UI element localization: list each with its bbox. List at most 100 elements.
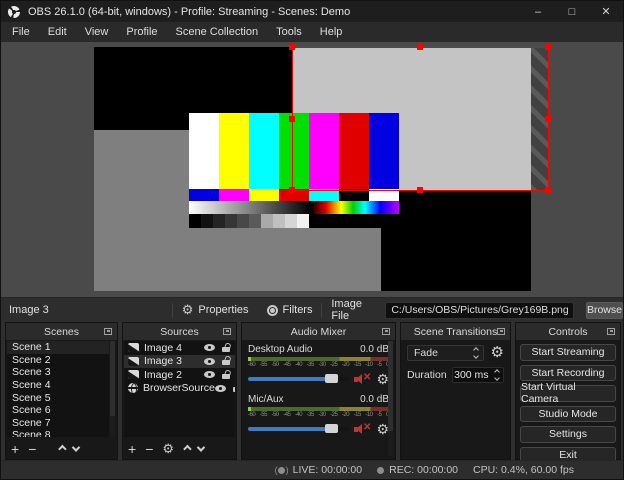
visibility-eye-icon[interactable]: [214, 384, 226, 392]
controls-panel: Controls Start Streaming Start Recording…: [515, 322, 621, 463]
close-button[interactable]: ✕: [589, 1, 623, 22]
source-list-item[interactable]: Image 2: [124, 368, 235, 382]
obs-logo-icon: [8, 5, 20, 18]
scene-list-item[interactable]: Scene 5: [7, 391, 109, 404]
dock-popout-icon[interactable]: [382, 328, 390, 335]
visibility-eye-icon[interactable]: [204, 344, 215, 352]
dock-popout-icon[interactable]: [497, 328, 505, 335]
duration-label: Duration: [407, 369, 447, 381]
unlocked-padlock-icon[interactable]: [222, 373, 230, 379]
menu-view[interactable]: View: [76, 26, 118, 38]
minimize-button[interactable]: –: [521, 1, 555, 22]
filters-icon: [266, 304, 278, 316]
selection-handle[interactable]: [545, 187, 551, 193]
unlocked-padlock-icon[interactable]: [222, 360, 230, 366]
settings-button[interactable]: Settings: [520, 426, 616, 443]
transition-settings-gear-icon[interactable]: ⚙: [491, 345, 504, 360]
dock-popout-icon[interactable]: [223, 328, 231, 335]
sources-panel: Sources Image 4 Image 3 Image 2 BrowserS…: [122, 322, 237, 460]
menubar: File Edit View Profile Scene Collection …: [1, 22, 623, 42]
menu-scene-collection[interactable]: Scene Collection: [167, 26, 268, 38]
properties-button[interactable]: ⚙ Properties: [173, 303, 258, 316]
start-recording-button[interactable]: Start Recording: [520, 364, 616, 381]
move-scene-down-button[interactable]: [72, 442, 81, 452]
volume-slider[interactable]: [248, 374, 350, 383]
menu-edit[interactable]: Edit: [39, 26, 76, 38]
combo-spinner[interactable]: [469, 347, 483, 359]
menu-tools[interactable]: Tools: [267, 26, 311, 38]
selection-handle[interactable]: [289, 187, 295, 193]
mixer-channel-desktop-audio: Desktop Audio 0.0 dB -60 -55 -50 -45 -40 -35-…: [242, 344, 395, 386]
chevron-down-icon: [493, 375, 500, 381]
source-properties-gear-icon[interactable]: ⚙: [162, 442, 174, 455]
scene-list-item[interactable]: Scene 7: [7, 417, 109, 430]
sources-panel-title: Sources: [160, 325, 199, 338]
selection-handle[interactable]: [289, 116, 295, 122]
volume-meter: [248, 407, 389, 411]
colorbars-greyscale-steps: [189, 214, 399, 228]
source-list-item[interactable]: BrowserSource: [124, 382, 235, 396]
transition-select[interactable]: Fade: [407, 345, 484, 361]
rec-status: REC: 00:00:00: [377, 464, 458, 476]
scenes-list: Scene 1 Scene 2 Scene 3 Scene 4 Scene 5 …: [7, 341, 109, 437]
scenes-panel-title: Scenes: [43, 325, 80, 338]
scenes-scrollbar[interactable]: [110, 341, 115, 437]
scene-list-item[interactable]: Scene 2: [7, 354, 109, 367]
menu-profile[interactable]: Profile: [117, 26, 166, 38]
volume-slider[interactable]: [248, 424, 350, 433]
scene-list-item[interactable]: Scene 1: [7, 341, 109, 354]
selection-handle[interactable]: [545, 44, 551, 50]
visibility-eye-icon[interactable]: [204, 371, 215, 379]
selection-handle[interactable]: [417, 187, 423, 193]
selection-handle[interactable]: [289, 44, 295, 50]
dock-popout-icon[interactable]: [607, 328, 615, 335]
start-virtual-camera-button[interactable]: Start Virtual Camera: [520, 381, 616, 405]
move-source-down-button[interactable]: [196, 442, 206, 452]
filters-button[interactable]: Filters: [258, 304, 322, 316]
selection-border[interactable]: [292, 47, 549, 191]
scene-list-item[interactable]: Scene 6: [7, 404, 109, 417]
selection-handle[interactable]: [417, 44, 423, 50]
volume-slider-handle[interactable]: [325, 424, 339, 433]
controls-panel-title: Controls: [548, 325, 588, 338]
status-bar: () LIVE: 00:00:00 REC: 00:00:00 CPU: 0.4…: [1, 460, 623, 479]
scene-list-item[interactable]: Scene 8: [7, 429, 109, 437]
maximize-button[interactable]: □: [555, 1, 589, 22]
add-scene-button[interactable]: +: [11, 442, 19, 456]
preview-area[interactable]: [1, 42, 623, 297]
menu-file[interactable]: File: [3, 26, 39, 38]
source-list-item[interactable]: Image 3: [124, 354, 235, 368]
audio-mixer-title: Audio Mixer: [290, 325, 347, 338]
volume-slider-handle[interactable]: [325, 374, 339, 383]
mute-speaker-icon[interactable]: ✕: [354, 372, 371, 385]
start-streaming-button[interactable]: Start Streaming: [520, 344, 616, 361]
dock-popout-icon[interactable]: [104, 328, 112, 335]
mixer-scrollbar[interactable]: [388, 341, 393, 456]
live-status: () LIVE: 00:00:00: [274, 464, 363, 476]
visibility-eye-icon[interactable]: [204, 357, 215, 365]
browser-source-icon: [128, 383, 138, 394]
remove-scene-button[interactable]: −: [28, 442, 36, 456]
unlocked-padlock-icon[interactable]: [232, 387, 235, 393]
selection-handle[interactable]: [545, 116, 551, 122]
move-scene-up-button[interactable]: [58, 444, 68, 453]
studio-mode-button[interactable]: Studio Mode: [520, 405, 616, 422]
duration-spinbox[interactable]: 300 ms: [451, 367, 504, 383]
channel-level: 0.0 dB: [360, 394, 389, 405]
unlocked-padlock-icon[interactable]: [222, 346, 230, 352]
image-file-label: Image File: [331, 298, 362, 322]
source-list-item[interactable]: Image 4: [124, 341, 235, 355]
meter-peak: [248, 357, 251, 361]
image-file-input[interactable]: C:/Users/OBS/Pictures/Grey169B.png: [385, 301, 574, 319]
scene-list-item[interactable]: Scene 4: [7, 379, 109, 392]
move-source-up-button[interactable]: [183, 444, 192, 453]
browse-button[interactable]: Browse: [585, 301, 623, 319]
channel-name: Mic/Aux: [248, 394, 284, 405]
menu-help[interactable]: Help: [311, 26, 352, 38]
spinbox-arrows[interactable]: [490, 369, 503, 381]
volume-meter: [248, 357, 389, 361]
remove-source-button[interactable]: −: [145, 442, 153, 456]
scene-list-item[interactable]: Scene 3: [7, 366, 109, 379]
mute-speaker-icon[interactable]: ✕: [354, 422, 371, 435]
add-source-button[interactable]: +: [128, 442, 136, 456]
